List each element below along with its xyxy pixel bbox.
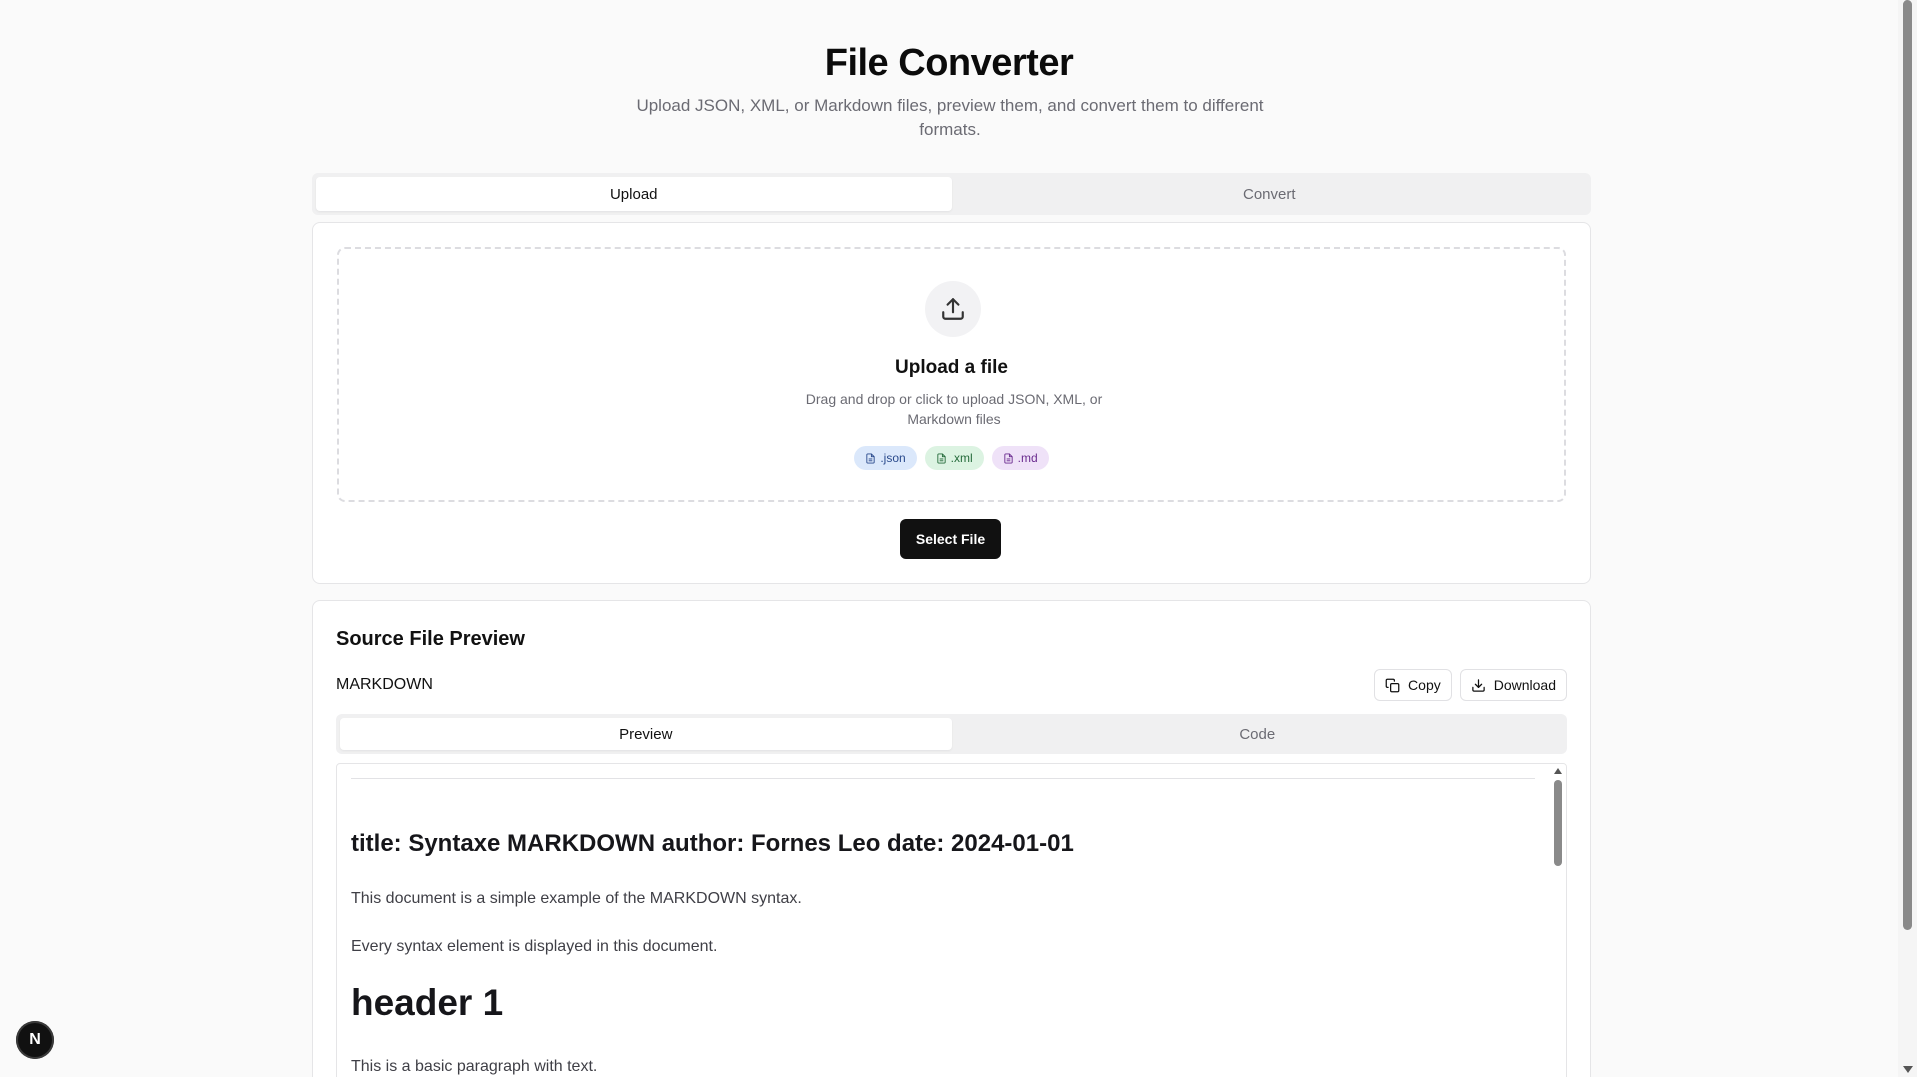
select-file-button[interactable]: Select File	[900, 519, 1001, 559]
upload-card: Upload a file Drag and drop or click to …	[312, 222, 1591, 584]
download-button[interactable]: Download	[1459, 669, 1567, 701]
copy-button[interactable]: Copy	[1374, 669, 1452, 701]
markdown-paragraph: Every syntax element is displayed in thi…	[351, 938, 718, 955]
preview-title: Source File Preview	[336, 628, 525, 650]
dropzone-title: Upload a file	[895, 357, 1008, 378]
file-type-chips: .json .xml .md	[339, 446, 1564, 470]
file-icon	[1004, 452, 1013, 464]
xml-chip-label: .xml	[950, 451, 973, 465]
horizontal-rule	[351, 778, 1535, 779]
page-scrollbar[interactable]	[1898, 0, 1917, 1077]
preview-scrollbar[interactable]	[1550, 764, 1566, 1077]
md-chip-label: .md	[1017, 451, 1038, 465]
file-icon	[866, 452, 875, 464]
file-icon	[937, 452, 946, 464]
json-chip-label: .json	[880, 451, 906, 465]
format-label: MARKDOWN	[336, 676, 433, 693]
tab-preview[interactable]: Preview	[340, 718, 952, 750]
markdown-paragraph: This is a basic paragraph with text.	[351, 1058, 598, 1075]
preview-content[interactable]: title: Syntaxe MARKDOWN author: Fornes L…	[336, 763, 1567, 1077]
json-chip: .json	[854, 446, 917, 470]
download-icon	[1471, 678, 1485, 692]
tab-upload[interactable]: Upload	[316, 177, 952, 211]
page: File Converter Upload JSON, XML, or Mark…	[0, 0, 1898, 1077]
scroll-thumb[interactable]	[1554, 780, 1562, 866]
scroll-up-arrow-icon[interactable]	[1554, 768, 1562, 774]
preview-actions: Copy Download	[1374, 669, 1567, 701]
page-subtitle: Upload JSON, XML, or Markdown files, pre…	[636, 96, 1264, 139]
page-scroll-thumb[interactable]	[1903, 0, 1912, 930]
nextjs-dev-badge[interactable]: N	[16, 1021, 54, 1059]
tab-code[interactable]: Code	[952, 718, 1564, 750]
preview-tabs: Preview Code	[336, 714, 1567, 754]
markdown-heading-1: header 1	[351, 982, 504, 1023]
copy-icon	[1385, 678, 1400, 692]
tab-convert[interactable]: Convert	[952, 177, 1588, 211]
markdown-paragraph: This document is a simple example of the…	[351, 890, 802, 907]
upload-icon-container	[925, 281, 981, 337]
md-chip: .md	[991, 446, 1049, 470]
markdown-heading-2: title: Syntaxe MARKDOWN author: Fornes L…	[351, 830, 1074, 857]
page-title: File Converter	[824, 42, 1074, 84]
download-label: Download	[1493, 677, 1556, 693]
file-dropzone[interactable]: Upload a file Drag and drop or click to …	[337, 247, 1566, 502]
upload-icon	[942, 298, 964, 320]
copy-label: Copy	[1408, 677, 1441, 693]
main-tabs: Upload Convert	[312, 173, 1591, 215]
xml-chip: .xml	[924, 446, 984, 470]
dropzone-description: Drag and drop or click to upload JSON, X…	[805, 391, 1103, 427]
source-preview-card: Source File Preview MARKDOWN Copy Downlo…	[312, 600, 1591, 1077]
scroll-down-arrow-icon[interactable]	[1903, 1066, 1913, 1073]
